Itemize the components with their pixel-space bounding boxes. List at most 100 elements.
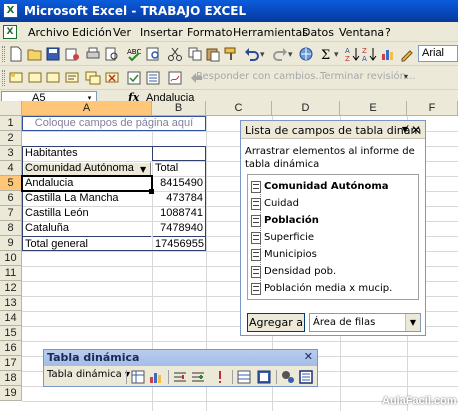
fill-handle[interactable] xyxy=(149,189,154,194)
field-item[interactable]: Cuidad xyxy=(264,198,299,209)
previous-comment-icon[interactable] xyxy=(27,70,43,86)
row-label[interactable]: Cataluña xyxy=(23,221,151,236)
chart-icon[interactable] xyxy=(148,369,164,385)
field-item[interactable]: Población media x mucip. xyxy=(264,283,392,294)
excel-icon[interactable]: X xyxy=(3,3,18,18)
drawing-icon[interactable] xyxy=(399,46,415,62)
column-header-f[interactable]: F xyxy=(407,101,458,116)
toolbar-grip[interactable] xyxy=(2,70,5,86)
total-value[interactable]: 17456955 xyxy=(153,236,206,251)
row-header-17[interactable]: 17 xyxy=(0,356,22,371)
row-header-6[interactable]: 6 xyxy=(0,191,22,206)
save-icon[interactable] xyxy=(45,46,61,62)
field-item[interactable]: Municipios xyxy=(264,249,317,260)
column-header-d[interactable]: D xyxy=(272,101,340,116)
field-item[interactable]: Comunidad Autónoma xyxy=(264,181,389,192)
field-item[interactable]: Población xyxy=(264,215,319,226)
show-field-list-icon[interactable] xyxy=(298,369,314,385)
redo-icon[interactable] xyxy=(272,46,288,62)
sort-descending-icon[interactable]: ZA xyxy=(362,46,378,62)
row-header-9[interactable]: 9 xyxy=(0,236,22,251)
data-field-label[interactable]: Habitantes xyxy=(23,146,151,161)
column-header-b[interactable]: B xyxy=(152,101,206,116)
column-header-e[interactable]: E xyxy=(340,101,407,116)
ink-annotations-icon[interactable] xyxy=(167,70,183,86)
include-hidden-items-icon[interactable] xyxy=(236,369,252,385)
chevron-down-icon[interactable]: ▼ xyxy=(405,314,420,331)
total-label[interactable]: Total general xyxy=(23,236,151,251)
print-icon[interactable] xyxy=(85,46,101,62)
paste-icon[interactable] xyxy=(205,46,221,62)
delete-comment-icon[interactable] xyxy=(104,70,120,86)
menu-ventana[interactable]: Ventana xyxy=(339,26,384,39)
row-header-7[interactable]: 7 xyxy=(0,206,22,221)
row-header-5[interactable]: 5 xyxy=(0,176,22,191)
menu-edicion[interactable]: Edición xyxy=(72,26,112,39)
chart-wizard-icon[interactable] xyxy=(380,46,396,62)
field-list[interactable]: Comunidad Autónoma Cuidad Población Supe… xyxy=(247,174,419,300)
reply-with-changes-button[interactable]: Responder con cambios... xyxy=(196,71,325,82)
hide-detail-icon[interactable] xyxy=(172,369,188,385)
workbook-icon[interactable]: X xyxy=(3,25,17,39)
new-icon[interactable] xyxy=(8,46,24,62)
select-all-corner[interactable] xyxy=(0,101,22,116)
research-icon[interactable] xyxy=(145,46,161,62)
row-header-18[interactable]: 18 xyxy=(0,371,22,386)
format-report-icon[interactable] xyxy=(130,369,146,385)
menu-formato[interactable]: Formato xyxy=(187,26,233,39)
undo-dropdown-icon[interactable]: ▾ xyxy=(260,50,272,60)
hyperlink-icon[interactable] xyxy=(298,46,314,62)
column-header-c[interactable]: C xyxy=(206,101,272,116)
active-cell[interactable] xyxy=(21,175,153,192)
row-header-2[interactable]: 2 xyxy=(0,131,22,146)
undo-icon[interactable] xyxy=(244,46,260,62)
next-comment-icon[interactable] xyxy=(45,70,61,86)
row-value[interactable]: 8415490 xyxy=(153,176,206,191)
row-header-11[interactable]: 11 xyxy=(0,266,22,281)
panel-menu-icon[interactable]: ▼ xyxy=(402,125,408,134)
field-item[interactable]: Superficie xyxy=(264,232,314,243)
row-header-16[interactable]: 16 xyxy=(0,341,22,356)
show-comment-icon[interactable] xyxy=(64,70,80,86)
copy-icon[interactable] xyxy=(187,46,203,62)
field-settings-icon[interactable] xyxy=(280,369,296,385)
open-icon[interactable] xyxy=(27,46,43,62)
row-header-4[interactable]: 4 xyxy=(0,161,22,176)
autosum-icon[interactable]: Σ xyxy=(318,46,334,62)
reviewing-pane-icon[interactable] xyxy=(145,70,161,86)
new-comment-icon[interactable] xyxy=(8,70,24,86)
print-preview-icon[interactable] xyxy=(104,46,120,62)
end-review-button[interactable]: Terminar revisión... xyxy=(320,71,416,82)
row-header-13[interactable]: 13 xyxy=(0,296,22,311)
font-name-field[interactable]: Arial xyxy=(418,45,458,62)
menu-herramientas[interactable]: Herramientas xyxy=(233,26,308,39)
row-value[interactable]: 1088741 xyxy=(153,206,206,221)
spelling-icon[interactable]: ABC xyxy=(126,46,142,62)
row-header-8[interactable]: 8 xyxy=(0,221,22,236)
menu-help[interactable]: ? xyxy=(385,26,391,39)
row-header-12[interactable]: 12 xyxy=(0,281,22,296)
close-icon[interactable]: ✕ xyxy=(304,350,313,363)
menu-archivo[interactable]: Archivo xyxy=(28,26,69,39)
refresh-data-icon[interactable] xyxy=(212,369,228,385)
row-header-10[interactable]: 10 xyxy=(0,251,22,266)
row-header-1[interactable]: 1 xyxy=(0,116,22,131)
menu-ver[interactable]: Ver xyxy=(113,26,131,39)
permission-icon[interactable] xyxy=(64,46,80,62)
menu-insertar[interactable]: Insertar xyxy=(140,26,183,39)
row-header-3[interactable]: 3 xyxy=(0,146,22,161)
toolbar-options-icon[interactable]: ▾ xyxy=(404,72,408,81)
field-item[interactable]: Densidad pob. xyxy=(264,266,336,277)
toolbar-grip[interactable] xyxy=(2,46,5,62)
add-to-button[interactable]: Agregar a xyxy=(247,313,305,332)
close-icon[interactable]: ✕ xyxy=(411,123,421,137)
show-detail-icon[interactable] xyxy=(190,369,206,385)
always-display-items-icon[interactable] xyxy=(256,369,272,385)
sort-ascending-icon[interactable]: AZ xyxy=(345,46,361,62)
row-label[interactable]: Castilla La Mancha xyxy=(23,191,151,206)
pivot-table-menu-button[interactable]: Tabla dinámica ▾ xyxy=(47,369,130,380)
row-label[interactable]: Castilla León xyxy=(23,206,151,221)
show-all-comments-icon[interactable] xyxy=(85,70,101,86)
column-field-drop-zone[interactable] xyxy=(152,146,206,161)
column-header-a[interactable]: A xyxy=(22,101,152,116)
